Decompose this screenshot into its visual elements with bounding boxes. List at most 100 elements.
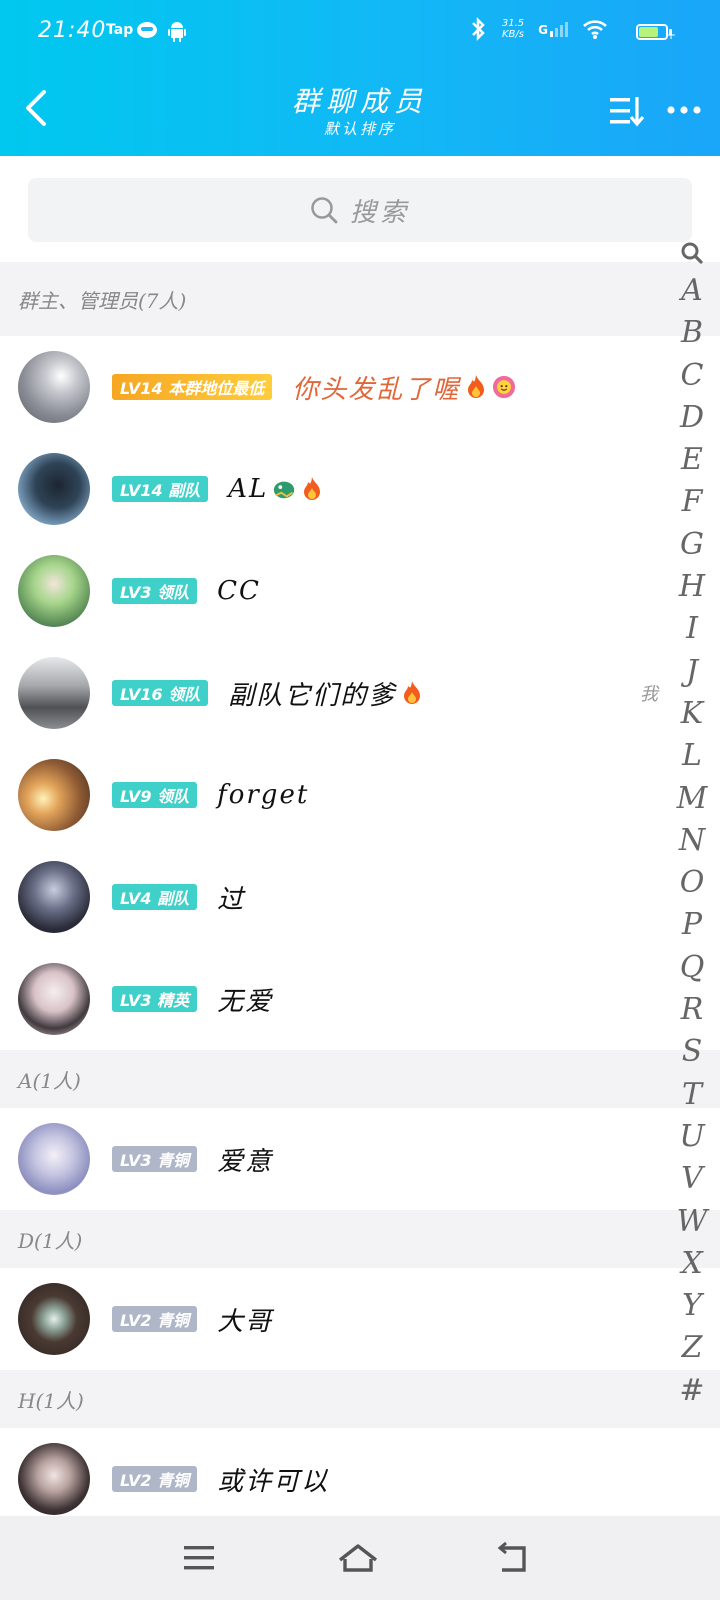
avatar[interactable] xyxy=(18,1443,90,1515)
member-name: 无爱 xyxy=(217,986,274,1017)
member-list[interactable]: 群主、管理员(7人) LV14 本群地位最低 你头发乱了喔 LV14 副队 AL xyxy=(0,262,720,1530)
index-letter-p[interactable]: P xyxy=(682,904,702,946)
dragon-icon xyxy=(274,481,295,499)
member-row[interactable]: LV14 副队 AL xyxy=(0,438,720,540)
avatar[interactable] xyxy=(18,657,90,729)
avatar[interactable] xyxy=(18,1283,90,1355)
member-badge: LV9 领队 xyxy=(112,782,198,808)
menu-nav-button[interactable] xyxy=(178,1538,222,1578)
status-app-label: Tap xyxy=(106,22,134,38)
member-badge: LV16 领队 xyxy=(112,680,209,706)
index-letter-z[interactable]: Z xyxy=(682,1327,703,1369)
member-row[interactable]: LV2 青铜 大哥 xyxy=(0,1268,720,1370)
status-time: 21:40 xyxy=(38,18,107,43)
member-row[interactable]: LV4 副队 过 xyxy=(0,846,720,948)
index-letter-h[interactable]: H xyxy=(679,566,705,608)
index-letter-q[interactable]: Q xyxy=(680,947,705,989)
index-letter-o[interactable]: O xyxy=(680,862,705,904)
app-face-icon xyxy=(137,22,157,38)
section-header-admins: 群主、管理员(7人) xyxy=(0,262,720,336)
home-nav-button[interactable] xyxy=(336,1538,380,1578)
index-letter-w[interactable]: W xyxy=(677,1201,708,1243)
index-letter-f[interactable]: F xyxy=(682,481,703,523)
index-letter-y[interactable]: Y xyxy=(682,1285,702,1327)
member-badge: LV14 本群地位最低 xyxy=(112,374,273,400)
member-name: 大哥 xyxy=(217,1306,274,1337)
avatar[interactable] xyxy=(18,861,90,933)
index-letter-e[interactable]: E xyxy=(681,439,703,481)
avatar[interactable] xyxy=(18,453,90,525)
index-letter-j[interactable]: J xyxy=(686,651,698,693)
member-name-text: 你头发乱了喔 xyxy=(292,374,461,405)
member-row[interactable]: LV16 领队 副队它们的爹 我 xyxy=(0,642,720,744)
index-letter-t[interactable]: T xyxy=(682,1074,702,1116)
self-tag: 我 xyxy=(640,684,658,705)
member-row[interactable]: LV2 青铜 或许可以 xyxy=(0,1428,720,1530)
member-row[interactable]: LV3 精英 无爱 xyxy=(0,948,720,1050)
search-input[interactable]: 搜索 xyxy=(28,178,692,242)
bluetooth-icon xyxy=(471,16,485,42)
avatar[interactable] xyxy=(18,555,90,627)
member-row[interactable]: LV3 领队 CC xyxy=(0,540,720,642)
index-search-icon[interactable] xyxy=(680,236,704,270)
member-badge: LV3 青铜 xyxy=(112,1146,198,1172)
index-letter-n[interactable]: N xyxy=(679,820,705,862)
member-badge: LV4 副队 xyxy=(112,884,198,910)
search-icon xyxy=(311,197,338,224)
index-letter-hash[interactable]: # xyxy=(679,1370,704,1412)
search-area: 搜索 xyxy=(0,156,720,262)
member-name: 副队它们的爹 xyxy=(228,675,424,712)
index-letter-b[interactable]: B xyxy=(681,312,703,354)
index-letter-r[interactable]: R xyxy=(681,989,704,1031)
member-name: CC xyxy=(217,576,261,606)
member-name: AL xyxy=(228,474,324,504)
system-nav-bar xyxy=(0,1516,720,1600)
avatar[interactable] xyxy=(18,1123,90,1195)
avatar[interactable] xyxy=(18,759,90,831)
header-bar: 21:40 Tap 31.5 KB/s G + 群聊成员 默认排序 xyxy=(0,0,720,156)
back-nav-button[interactable] xyxy=(492,1538,536,1578)
charging-icon: + xyxy=(665,28,676,42)
member-name-text: AL xyxy=(228,474,269,504)
index-letter-m[interactable]: M xyxy=(677,778,708,820)
fire-icon xyxy=(468,375,485,398)
index-letter-g[interactable]: G xyxy=(680,524,704,566)
member-name-text: 副队它们的爹 xyxy=(228,680,397,711)
sort-button[interactable] xyxy=(608,94,646,128)
more-options-button[interactable] xyxy=(666,100,702,120)
member-badge: LV2 青铜 xyxy=(112,1466,198,1492)
member-row[interactable]: LV3 青铜 爱意 xyxy=(0,1108,720,1210)
index-letter-k[interactable]: K xyxy=(681,693,703,735)
net-speed-unit: KB/s xyxy=(502,29,524,40)
member-badge: LV2 青铜 xyxy=(112,1306,198,1332)
net-speed: 31.5 KB/s xyxy=(502,18,524,40)
member-row[interactable]: LV14 本群地位最低 你头发乱了喔 xyxy=(0,336,720,438)
avatar[interactable] xyxy=(18,963,90,1035)
member-row[interactable]: LV9 领队 forget xyxy=(0,744,720,846)
index-letter-v[interactable]: V xyxy=(681,1158,703,1200)
index-letter-x[interactable]: X xyxy=(681,1243,702,1285)
member-name: 你头发乱了喔 xyxy=(292,369,516,406)
section-header-a: A(1人) xyxy=(0,1050,720,1108)
index-letter-a[interactable]: A xyxy=(681,270,703,312)
flower-icon xyxy=(493,375,516,399)
member-badge: LV14 副队 xyxy=(112,476,209,502)
index-letter-d[interactable]: D xyxy=(680,397,704,439)
section-header-h: H(1人) xyxy=(0,1370,720,1428)
fire-icon xyxy=(404,681,421,704)
member-name: 爱意 xyxy=(217,1146,274,1177)
index-letter-s[interactable]: S xyxy=(682,1031,703,1073)
signal-label: G xyxy=(538,22,548,37)
index-letter-i[interactable]: I xyxy=(686,608,698,650)
fire-icon xyxy=(304,477,321,500)
status-right-icons: 31.5 KB/s G xyxy=(468,16,662,42)
alphabet-index-bar[interactable]: A B C D E F G H I J K L M N O P Q R S T U V W X Y Z # xyxy=(677,236,708,1412)
search-placeholder: 搜索 xyxy=(349,197,410,228)
member-badge: LV3 领队 xyxy=(112,578,198,604)
avatar[interactable] xyxy=(18,351,90,423)
index-letter-u[interactable]: U xyxy=(679,1116,704,1158)
index-letter-c[interactable]: C xyxy=(681,355,704,397)
android-icon xyxy=(168,22,186,42)
index-letter-l[interactable]: L xyxy=(682,735,702,777)
net-speed-value: 31.5 xyxy=(501,18,525,29)
